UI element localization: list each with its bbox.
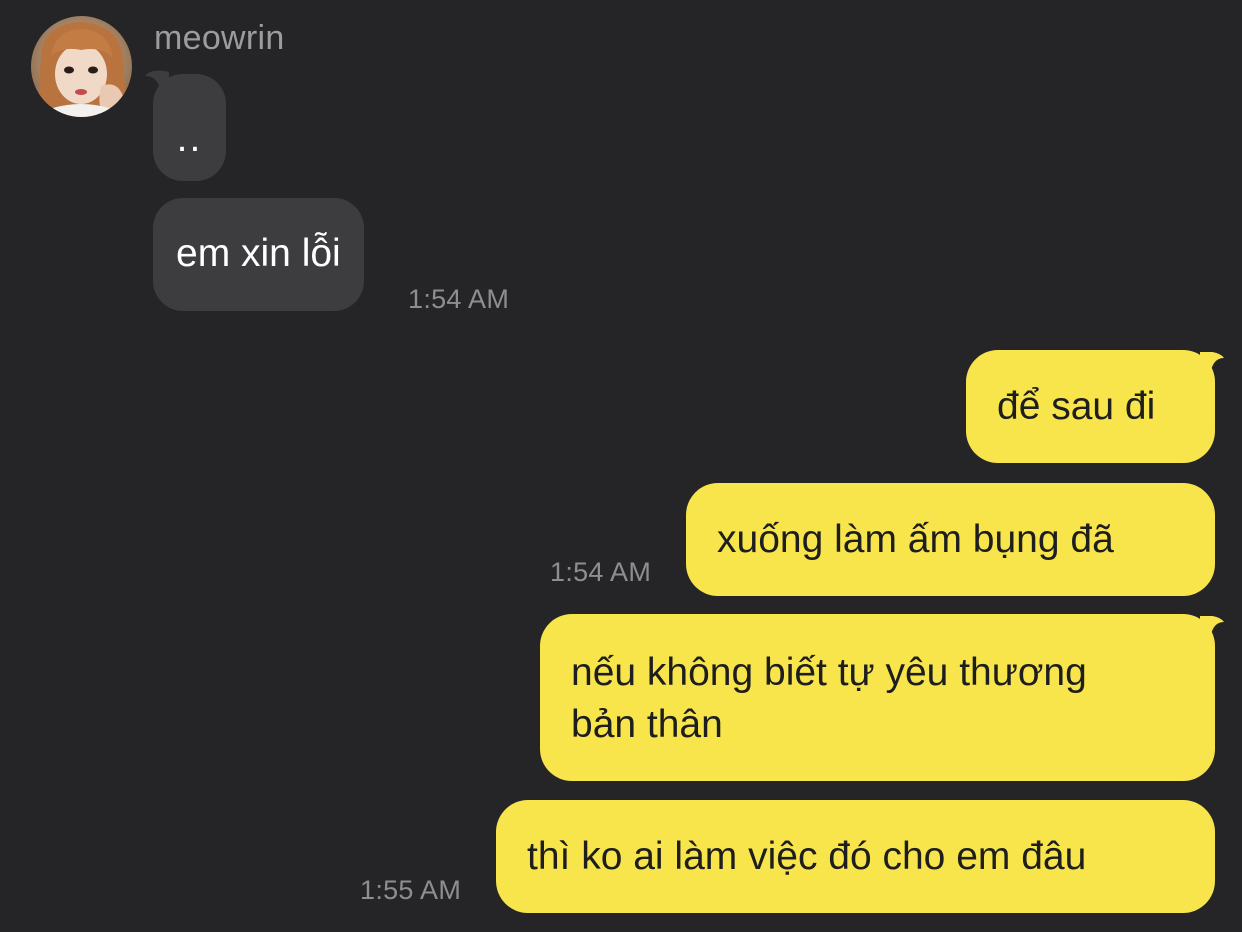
bubble-tail-outgoing [1200, 352, 1224, 376]
message-bubble-incoming[interactable]: em xin lỗi [153, 198, 364, 311]
sender-name: meowrin [154, 19, 285, 57]
message-bubble-outgoing[interactable]: nếu không biết tự yêu thương bản thân [540, 614, 1215, 781]
message-timestamp: 1:55 AM [360, 875, 462, 905]
message-timestamp: 1:54 AM [550, 557, 652, 587]
message-text: em xin lỗi [176, 232, 341, 275]
message-text: để sau đi [997, 385, 1156, 428]
message-text: .. [176, 117, 203, 160]
message-text-line: bản thân [571, 703, 723, 746]
avatar[interactable] [31, 16, 132, 117]
message-bubble-outgoing[interactable]: thì ko ai làm việc đó cho em đâu [496, 800, 1215, 913]
message-bubble-outgoing[interactable]: để sau đi [966, 350, 1215, 463]
message-bubble-incoming[interactable]: .. [153, 74, 226, 181]
message-text: thì ko ai làm việc đó cho em đâu [527, 835, 1087, 878]
message-text-line: nếu không biết tự yêu thương [571, 651, 1087, 694]
message-bubble-outgoing[interactable]: xuống làm ấm bụng đã [686, 483, 1215, 596]
bubble-tail-outgoing [1200, 616, 1224, 640]
message-timestamp: 1:54 AM [408, 284, 510, 314]
message-text: xuống làm ấm bụng đã [717, 518, 1114, 561]
avatar-photo [31, 16, 132, 117]
